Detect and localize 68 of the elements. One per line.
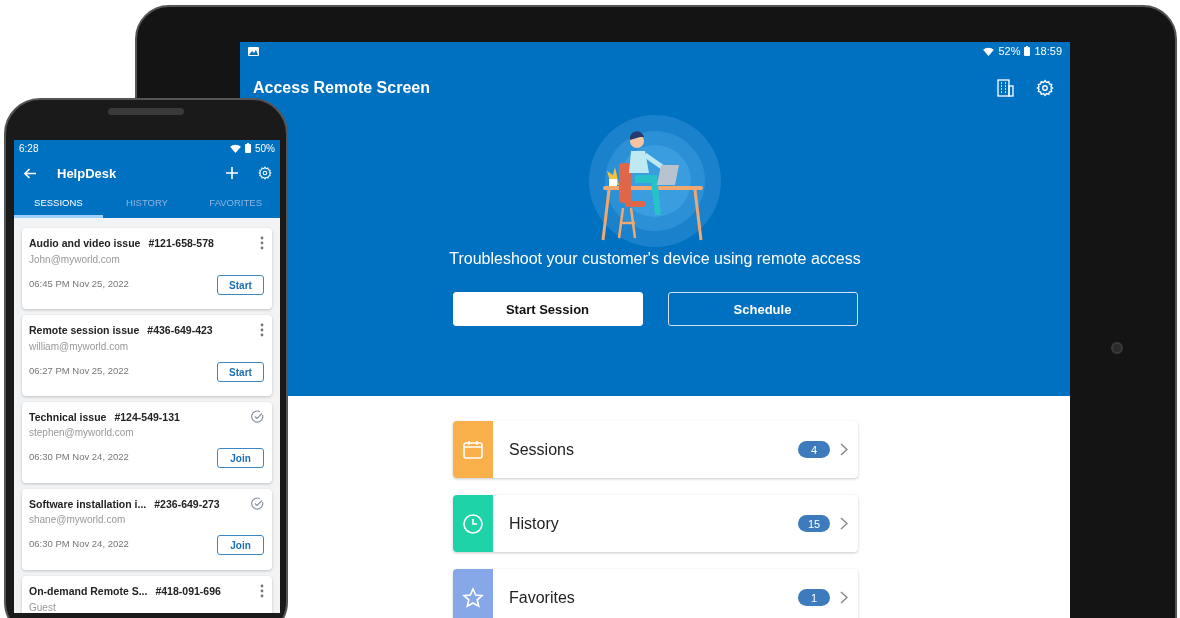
clock: 18:59 <box>1034 45 1062 57</box>
session-time: 06:27 PM Nov 25, 2022 <box>29 365 129 376</box>
battery-icon <box>1024 46 1031 56</box>
building-icon[interactable] <box>997 78 1014 97</box>
chevron-icon <box>840 517 848 530</box>
session-title: Audio and video issue <box>29 237 141 249</box>
back-icon[interactable] <box>24 167 37 179</box>
battery-icon <box>245 143 251 153</box>
battery-level: 52% <box>998 45 1021 57</box>
more-icon[interactable] <box>260 323 264 337</box>
session-email: stephen@myworld.com <box>29 427 135 438</box>
session-card[interactable]: Audio and video issue #121-658-578 John@myworld.com 06:45 PM Nov 25, 2022 Start <box>22 228 272 309</box>
menu-label: Favorites <box>508 588 576 607</box>
check-circle-icon <box>251 410 264 423</box>
clock-icon <box>462 512 484 535</box>
menu-card[interactable]: History 15 <box>453 495 858 552</box>
session-time: 06:30 PM Nov 24, 2022 <box>29 538 129 549</box>
calendar-icon <box>462 438 484 461</box>
check-circle-icon <box>251 497 264 510</box>
session-email: william@myworld.com <box>29 341 130 352</box>
menu-card[interactable]: Sessions 4 <box>453 421 858 478</box>
session-card[interactable]: Software installation i... #236-649-273 shane@myworld.com 06:30 PM Nov 24, 2022 Join <box>22 489 272 570</box>
battery-level: 50% <box>255 142 275 154</box>
menu-label: History <box>508 514 560 533</box>
clock: 6:28 <box>19 142 39 154</box>
start-session-button[interactable]: Start Session <box>452 292 643 326</box>
session-code: #418-091-696 <box>155 585 222 597</box>
plus-icon[interactable] <box>226 167 238 179</box>
session-title: Remote session issue <box>29 324 140 336</box>
session-card[interactable]: Technical issue #124-549-131 stephen@myworld.com 06:30 PM Nov 24, 2022 Join <box>22 402 272 483</box>
session-email: shane@myworld.com <box>29 514 127 525</box>
session-card[interactable]: On-demand Remote S... #418-091-696 Guest <box>22 576 272 613</box>
count-badge: 1 <box>798 589 830 606</box>
hero-message: Troubleshoot your customer's device using remote access <box>449 250 861 268</box>
star-icon <box>462 586 484 609</box>
session-time: 06:30 PM Nov 24, 2022 <box>29 451 129 462</box>
app-title: HelpDesk <box>57 165 118 181</box>
tab[interactable]: SESSIONS <box>14 190 103 218</box>
count-badge: 4 <box>798 441 830 458</box>
session-title: Software installation i... <box>29 497 147 510</box>
session-title: On-demand Remote S... <box>29 585 148 597</box>
more-icon[interactable] <box>260 584 264 598</box>
chevron-icon <box>840 443 848 456</box>
session-email: John@myworld.com <box>29 254 121 265</box>
session-title: Technical issue <box>29 410 107 423</box>
session-code: #121-658-578 <box>148 237 215 249</box>
session-code: #436-649-423 <box>147 324 214 336</box>
session-code: #236-649-273 <box>154 497 221 510</box>
image-icon <box>248 46 259 56</box>
wifi-icon <box>230 143 241 153</box>
session-email: Guest <box>29 602 57 613</box>
session-action-button[interactable]: Start <box>217 275 264 295</box>
session-action-button[interactable]: Join <box>217 535 264 555</box>
count-badge: 15 <box>798 515 830 532</box>
menu-label: Sessions <box>508 440 575 459</box>
session-action-button[interactable]: Join <box>217 448 264 468</box>
menu-card[interactable]: Favorites 1 <box>453 569 858 618</box>
more-icon[interactable] <box>260 236 264 250</box>
session-action-button[interactable]: Start <box>217 362 264 382</box>
session-code: #124-549-131 <box>114 410 181 423</box>
session-card[interactable]: Remote session issue #436-649-423 william@myworld.com 06:27 PM Nov 25, 2022 Start <box>22 315 272 396</box>
schedule-button[interactable]: Schedule <box>667 292 858 326</box>
app-title: Access Remote Screen <box>253 78 430 97</box>
wifi-icon <box>983 46 995 56</box>
session-time: 06:45 PM Nov 25, 2022 <box>29 278 129 289</box>
settings-icon[interactable] <box>258 166 272 180</box>
settings-icon[interactable] <box>1036 78 1054 97</box>
chevron-icon <box>840 591 848 604</box>
